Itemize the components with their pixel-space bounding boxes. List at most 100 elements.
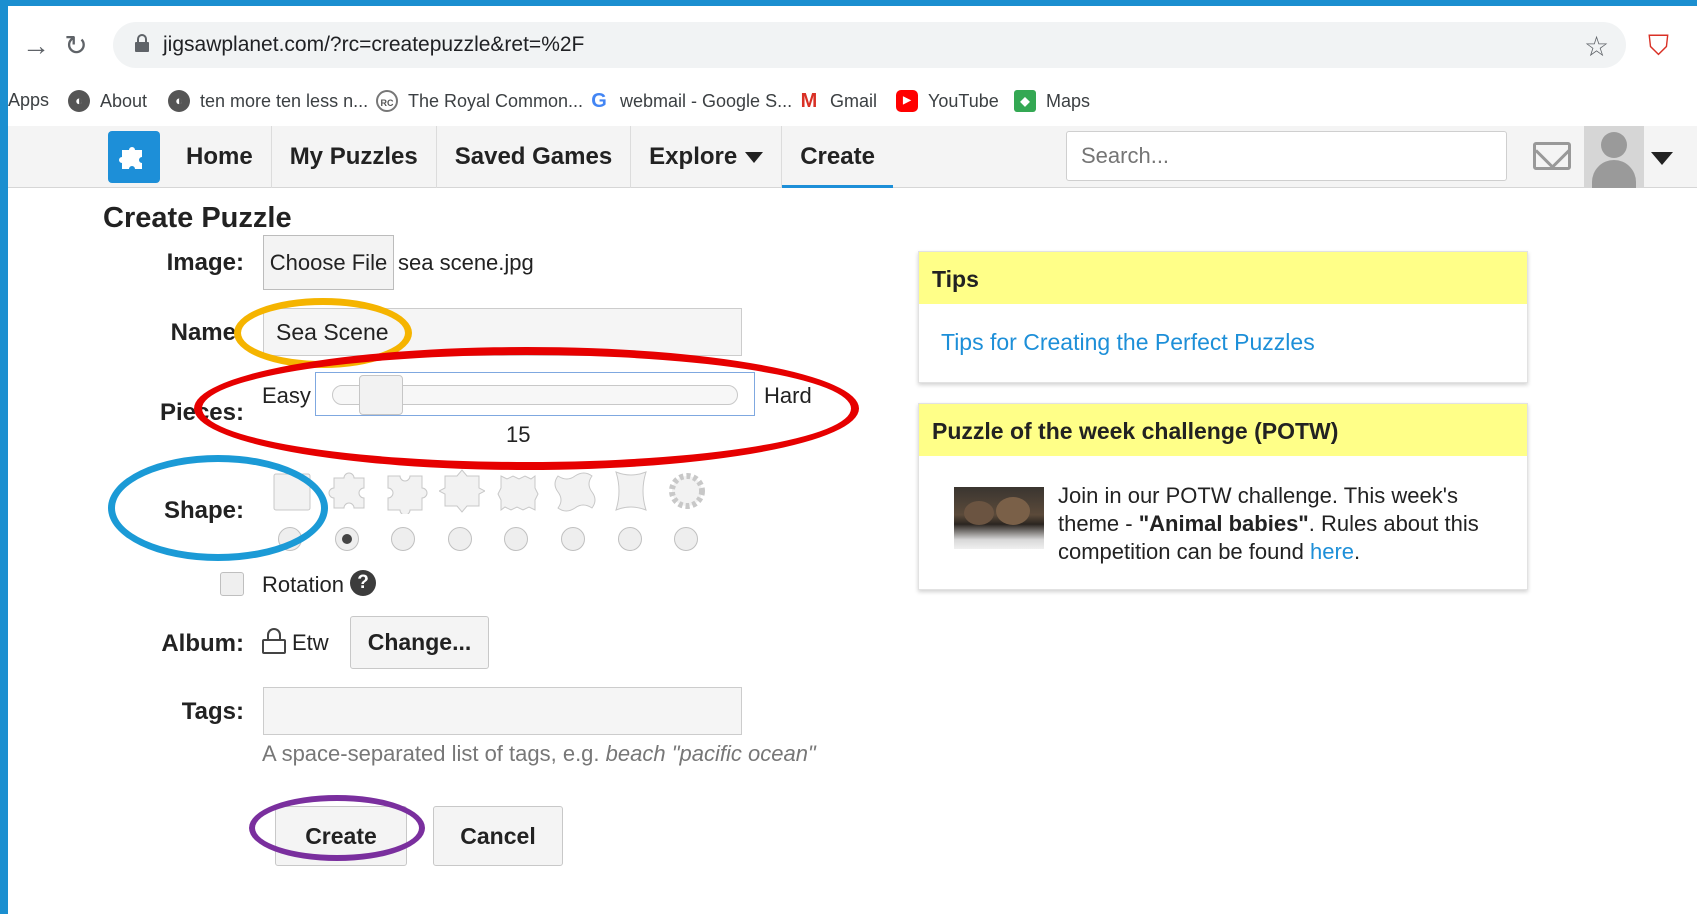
pieces-count: 15 xyxy=(506,422,531,447)
rotation-checkbox[interactable] xyxy=(220,572,244,596)
image-label: Image: xyxy=(166,249,244,276)
shape-radio-classic-alt[interactable] xyxy=(391,527,415,551)
nav-create[interactable]: Create xyxy=(782,126,893,188)
bookmark-royal-commonwealth[interactable]: RC The Royal Common... xyxy=(376,90,583,112)
bookmark-maps[interactable]: ◆ Maps xyxy=(1014,90,1090,112)
screenshot-frame: → ↻ jigsawplanet.com/?rc=createpuzzle&re… xyxy=(8,6,1697,914)
slider-easy-label: Easy xyxy=(262,383,311,408)
tags-label: Tags: xyxy=(181,698,244,725)
shape-radio-gear[interactable] xyxy=(674,527,698,551)
potw-description: Join in our POTW challenge. This week's … xyxy=(1058,482,1508,566)
cancel-button[interactable]: Cancel xyxy=(433,806,563,866)
lock-icon xyxy=(135,34,149,52)
youtube-icon: ▶ xyxy=(896,90,918,112)
url-text: jigsawplanet.com/?rc=createpuzzle&ret=%2… xyxy=(163,33,585,56)
bookmark-gmail[interactable]: M Gmail xyxy=(798,90,877,112)
bookmark-apps[interactable]: Apps xyxy=(8,90,49,111)
shape-radio-jagged[interactable] xyxy=(504,527,528,551)
tips-link[interactable]: Tips for Creating the Perfect Puzzles xyxy=(941,329,1315,356)
globe-icon: ◐ xyxy=(68,90,90,112)
nav-explore-label: Explore xyxy=(649,143,738,170)
lock-icon xyxy=(262,628,286,654)
potw-panel: Puzzle of the week challenge (POTW) Join… xyxy=(918,403,1528,590)
jagged-shape-icon[interactable] xyxy=(495,468,541,514)
change-album-button[interactable]: Change... xyxy=(350,616,489,669)
potw-theme: "Animal babies" xyxy=(1138,511,1309,536)
bookmark-label: YouTube xyxy=(928,90,999,111)
bookmark-star-icon[interactable]: ☆ xyxy=(1584,30,1609,63)
bookmark-about[interactable]: ◐ About xyxy=(68,90,147,112)
bookmark-label: webmail - Google S... xyxy=(620,90,793,111)
shield-extension-icon[interactable]: ⛉ xyxy=(1648,30,1669,63)
page-title: Create Puzzle xyxy=(103,202,292,234)
potw-text-3: . xyxy=(1354,539,1361,564)
album-name: Etw xyxy=(292,630,329,655)
bookmark-webmail-google[interactable]: Gwebmail - Google S... xyxy=(588,90,792,112)
curved-shape-icon[interactable] xyxy=(608,468,654,514)
potw-rules-link[interactable]: here xyxy=(1310,539,1354,564)
file-name: sea scene.jpg xyxy=(398,250,534,275)
bookmark-label: The Royal Common... xyxy=(408,90,584,111)
pointed-shape-icon[interactable] xyxy=(439,468,485,514)
potw-thumbnail[interactable] xyxy=(954,487,1044,549)
globe-icon: ◐ xyxy=(168,90,190,112)
bookmark-label: Apps xyxy=(8,90,50,110)
tags-field[interactable] xyxy=(263,687,742,735)
potw-title: Puzzle of the week challenge (POTW) xyxy=(919,404,1527,456)
main-nav: Home My Puzzles Saved Games Explore Crea… xyxy=(168,126,893,188)
maps-icon: ◆ xyxy=(1014,90,1036,112)
avatar[interactable] xyxy=(1584,126,1644,188)
square-shape-icon[interactable] xyxy=(270,468,316,514)
classic-shape-icon[interactable] xyxy=(326,468,372,514)
url-field[interactable]: jigsawplanet.com/?rc=createpuzzle&ret=%2… xyxy=(113,22,1626,68)
bookmark-label: ten more ten less n... xyxy=(200,90,369,111)
chevron-down-icon xyxy=(745,152,764,164)
site-header: Home My Puzzles Saved Games Explore Crea… xyxy=(8,126,1697,188)
album-label: Album: xyxy=(161,630,244,657)
name-field[interactable] xyxy=(263,308,742,356)
royal-commonwealth-icon: RC xyxy=(376,90,398,112)
bookmark-label: About xyxy=(100,90,148,111)
jigsaw-planet-logo[interactable] xyxy=(108,131,160,183)
shape-radio-curved[interactable] xyxy=(618,527,642,551)
pieces-slider[interactable] xyxy=(315,372,755,416)
tips-panel: Tips Tips for Creating the Perfect Puzzl… xyxy=(918,251,1528,383)
mail-icon[interactable] xyxy=(1533,142,1571,170)
tags-hint-example: beach "pacific ocean" xyxy=(605,741,816,766)
shape-radio-pointed[interactable] xyxy=(448,527,472,551)
nav-explore[interactable]: Explore xyxy=(631,126,783,188)
choose-file-button[interactable]: Choose File xyxy=(263,235,394,290)
wavy-shape-icon[interactable] xyxy=(552,468,598,514)
tips-title: Tips xyxy=(919,252,1527,304)
bookmark-youtube[interactable]: ▶ YouTube xyxy=(896,90,999,112)
nav-saved-games[interactable]: Saved Games xyxy=(437,126,632,188)
create-button[interactable]: Create xyxy=(275,806,407,866)
rotation-label: Rotation xyxy=(262,572,344,597)
bookmarks-bar: Apps ◐ About ◐ ten more ten less n... RC Th… xyxy=(8,82,1697,126)
help-icon[interactable]: ? xyxy=(350,570,376,596)
tags-hint-text: A space-separated list of tags, e.g. xyxy=(262,741,600,766)
nav-home[interactable]: Home xyxy=(168,126,272,188)
browser-address-bar: → ↻ jigsawplanet.com/?rc=createpuzzle&re… xyxy=(8,6,1697,82)
reload-icon[interactable]: ↻ xyxy=(58,28,94,64)
gear-shape-icon[interactable] xyxy=(664,468,710,514)
google-icon: G xyxy=(588,90,610,112)
shape-radio-classic[interactable] xyxy=(335,527,359,551)
bookmark-ten-more-ten-less[interactable]: ◐ ten more ten less n... xyxy=(168,90,368,112)
tags-hint: A space-separated list of tags, e.g. bea… xyxy=(262,741,816,767)
bookmark-label: Gmail xyxy=(830,90,878,111)
chevron-down-icon[interactable] xyxy=(1651,152,1673,165)
shape-radio-wavy[interactable] xyxy=(561,527,585,551)
pieces-label: Pieces: xyxy=(159,399,244,426)
puzzle-piece-icon xyxy=(119,147,142,169)
gmail-icon: M xyxy=(798,90,820,112)
classic-alt-shape-icon[interactable] xyxy=(382,468,428,514)
nav-my-puzzles[interactable]: My Puzzles xyxy=(272,126,437,188)
forward-icon[interactable]: → xyxy=(18,28,54,64)
slider-handle[interactable] xyxy=(359,375,403,415)
search-input[interactable] xyxy=(1066,131,1507,181)
shape-label: Shape: xyxy=(163,497,244,524)
shape-radio-square[interactable] xyxy=(278,527,302,551)
name-label: Name xyxy=(170,319,236,346)
bookmark-label: Maps xyxy=(1046,90,1091,111)
